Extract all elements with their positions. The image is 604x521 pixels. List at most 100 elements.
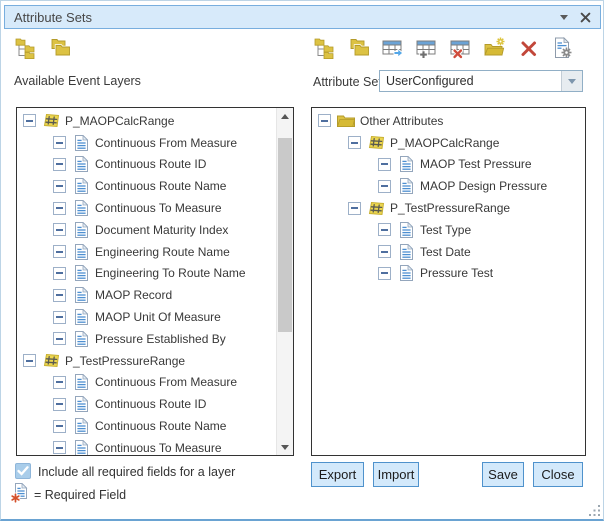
collapse-toggle[interactable] <box>53 202 66 215</box>
field-icon <box>72 265 90 282</box>
collapse-toggle[interactable] <box>53 332 66 345</box>
table-add-icon[interactable] <box>416 37 438 59</box>
minus-icon <box>56 316 63 318</box>
tree-item[interactable]: MAOP Record <box>17 284 276 306</box>
tree-item-label: MAOP Record <box>95 288 172 302</box>
tree-item[interactable]: P_MAOPCalcRange <box>312 132 585 154</box>
arrow-down-icon <box>281 445 289 450</box>
tree-item[interactable]: Continuous To Measure <box>17 197 276 219</box>
folders-icon[interactable] <box>49 37 71 59</box>
tree-item-label: Test Date <box>420 245 471 259</box>
collapse-toggle[interactable] <box>53 311 66 324</box>
collapse-toggle[interactable] <box>53 136 66 149</box>
attribute-set-panel: Other Attributes P_MAOPCalcRange MAOP Test… <box>311 107 586 456</box>
collapse-toggle[interactable] <box>23 114 36 127</box>
folder-icon <box>337 112 355 129</box>
collapse-toggle[interactable] <box>378 267 391 280</box>
tree-item-label: Pressure Established By <box>95 332 226 346</box>
tree-item[interactable]: MAOP Unit Of Measure <box>17 306 276 328</box>
tree-item[interactable]: Engineering Route Name <box>17 241 276 263</box>
toolbar-left-group <box>15 37 71 59</box>
tree-item[interactable]: Test Date <box>312 241 585 263</box>
collapse-toggle[interactable] <box>53 420 66 433</box>
new-folder-icon[interactable] <box>484 37 506 59</box>
tree-item[interactable]: Document Maturity Index <box>17 219 276 241</box>
scrollbar-thumb[interactable] <box>278 138 292 332</box>
tree-view-icon[interactable] <box>314 37 336 59</box>
collapse-toggle[interactable] <box>53 398 66 411</box>
minus-icon <box>56 207 63 209</box>
minus-icon <box>381 163 388 165</box>
minus-icon <box>56 272 63 274</box>
close-button[interactable]: Close <box>533 462 583 487</box>
tree-item[interactable]: P_MAOPCalcRange <box>17 110 276 132</box>
collapse-toggle[interactable] <box>53 289 66 302</box>
collapse-toggle[interactable] <box>318 114 331 127</box>
collapse-toggle[interactable] <box>23 354 36 367</box>
tree-item[interactable]: Continuous Route ID <box>17 154 276 176</box>
collapse-toggle[interactable] <box>378 158 391 171</box>
minus-icon <box>56 403 63 405</box>
delete-icon[interactable] <box>518 37 540 59</box>
collapse-toggle[interactable] <box>53 376 66 389</box>
combobox-dropdown-button[interactable] <box>561 71 582 91</box>
chevron-down-icon[interactable] <box>555 8 573 26</box>
field-icon <box>72 374 90 391</box>
tree-item-label: Test Type <box>420 223 471 237</box>
collapse-toggle[interactable] <box>378 245 391 258</box>
tree-item[interactable]: Test Type <box>312 219 585 241</box>
collapse-toggle[interactable] <box>53 441 66 454</box>
minus-icon <box>56 229 63 231</box>
collapse-toggle[interactable] <box>53 158 66 171</box>
tree-item[interactable]: Continuous From Measure <box>17 132 276 154</box>
tree-item[interactable]: Continuous Route Name <box>17 175 276 197</box>
field-icon <box>397 156 415 173</box>
include-required-fields-checkbox[interactable] <box>15 463 31 479</box>
tree-item-label: Continuous To Measure <box>95 441 222 455</box>
tree-item[interactable]: P_TestPressureRange <box>17 350 276 372</box>
folders-icon[interactable] <box>348 37 370 59</box>
tree-item[interactable]: Pressure Test <box>312 263 585 285</box>
tree-item[interactable]: Continuous To Measure <box>17 437 276 455</box>
titlebar[interactable]: Attribute Sets <box>4 5 601 29</box>
minus-icon <box>26 120 33 122</box>
tree-item[interactable]: MAOP Design Pressure <box>312 175 585 197</box>
collapse-toggle[interactable] <box>53 180 66 193</box>
collapse-toggle[interactable] <box>53 223 66 236</box>
scroll-down-button[interactable] <box>277 439 293 455</box>
export-button[interactable]: Export <box>311 462 364 487</box>
table-export-icon[interactable] <box>382 37 404 59</box>
tree-item[interactable]: Pressure Established By <box>17 328 276 350</box>
tree-item-label: P_MAOPCalcRange <box>390 136 499 150</box>
save-button[interactable]: Save <box>482 462 524 487</box>
tree-item-label: Continuous Route ID <box>95 397 206 411</box>
collapse-toggle[interactable] <box>53 245 66 258</box>
minus-icon <box>56 163 63 165</box>
table-delete-icon[interactable] <box>450 37 472 59</box>
titlebar-close-button[interactable] <box>573 8 597 26</box>
report-settings-icon[interactable] <box>552 37 574 59</box>
arrow-up-icon <box>281 114 289 119</box>
resize-grip[interactable] <box>588 504 601 517</box>
collapse-toggle[interactable] <box>348 136 361 149</box>
tree-item[interactable]: Continuous Route Name <box>17 415 276 437</box>
import-button[interactable]: Import <box>373 462 419 487</box>
field-icon <box>72 243 90 260</box>
collapse-toggle[interactable] <box>348 202 361 215</box>
vertical-scrollbar[interactable] <box>276 108 293 455</box>
collapse-toggle[interactable] <box>378 223 391 236</box>
tree-view-icon[interactable] <box>15 37 37 59</box>
tree-item[interactable]: MAOP Test Pressure <box>312 154 585 176</box>
collapse-toggle[interactable] <box>378 180 391 193</box>
tree-item[interactable]: Continuous Route ID <box>17 393 276 415</box>
minus-icon <box>351 207 358 209</box>
tree-item[interactable]: Engineering To Route Name <box>17 263 276 285</box>
tree-item-label: Continuous Route Name <box>95 179 226 193</box>
tree-item[interactable]: Continuous From Measure <box>17 372 276 394</box>
collapse-toggle[interactable] <box>53 267 66 280</box>
scroll-up-button[interactable] <box>277 108 293 124</box>
tree-item[interactable]: P_TestPressureRange <box>312 197 585 219</box>
toolbar-right-group <box>314 37 574 59</box>
tree-item[interactable]: Other Attributes <box>312 110 585 132</box>
attribute-set-combobox[interactable]: UserConfigured <box>379 70 583 92</box>
